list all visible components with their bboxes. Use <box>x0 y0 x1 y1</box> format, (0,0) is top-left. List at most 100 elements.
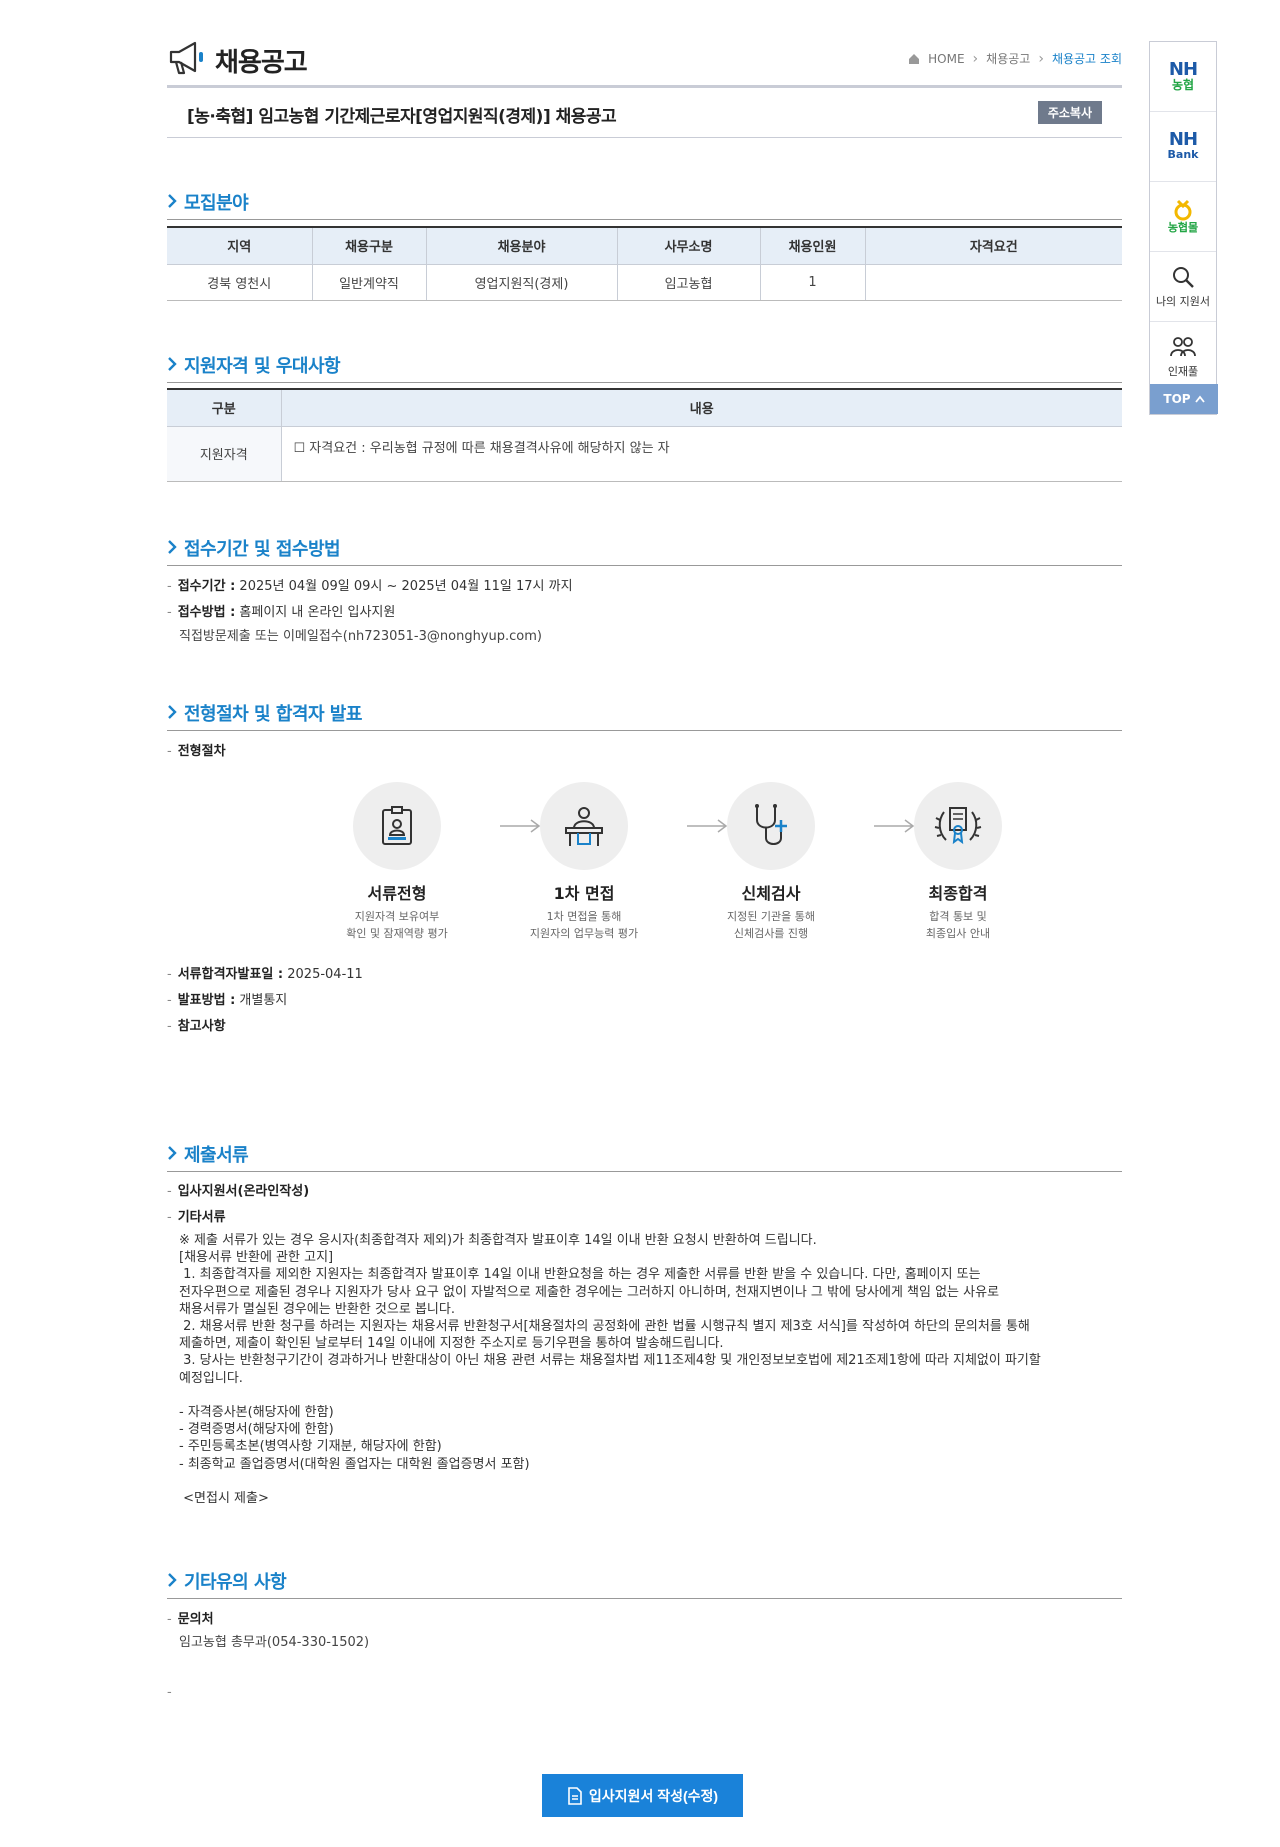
table-row: 지원자격 ☐ 자격요건 : 우리농협 규정에 따른 채용결격사유에 해당하지 않… <box>167 426 1122 482</box>
search-icon <box>1173 266 1194 288</box>
step-desc: 지정된 기관을 통해 신체검사를 진행 <box>727 910 815 940</box>
reception-method-extra: 직접방문제출 또는 이메일접수(nh723051-3@nonghyup.com) <box>179 629 542 644</box>
nh-logo: NH <box>1168 58 1198 80</box>
step-medical: 신체검사 지정된 기관을 통해 신체검사를 진행 <box>696 782 846 942</box>
table-header: 채용인원 <box>759 226 865 265</box>
section-title: 전형절차 및 합격자 발표 <box>184 704 362 725</box>
note-label: - 참고사항 <box>167 1019 226 1034</box>
step-desc: 1차 면접을 통해 지원자의 업무능력 평가 <box>529 910 639 940</box>
chevron-right-icon <box>168 1573 177 1587</box>
section-recruit: 모집분야 <box>167 184 1122 220</box>
quick-mall[interactable]: 농협몰 <box>1150 182 1216 252</box>
chevron-right-icon: › <box>1038 50 1044 67</box>
section-qualification: 지원자격 및 우대사항 <box>167 347 1122 383</box>
table-cell: ☐ 자격요건 : 우리농협 규정에 따른 채용결격사유에 해당하지 않는 자 <box>280 426 1122 482</box>
contact-label: - 문의처 <box>167 1612 214 1627</box>
qualification-table: 구분 내용 지원자격 ☐ 자격요건 : 우리농협 규정에 따른 채용결격사유에 … <box>167 388 1122 482</box>
step-interview: 1차 면접 1차 면접을 통해 지원자의 업무능력 평가 <box>509 782 659 942</box>
interview-icon <box>540 782 628 870</box>
process-label: - 전형절차 <box>167 744 226 759</box>
quick-nh-bank[interactable]: NH Bank <box>1150 112 1216 182</box>
reception-period: - 접수기간 : 2025년 04월 09일 09시 ~ 2025년 04월 11… <box>167 579 573 594</box>
contact-value: 임고농협 총무과(054-330-1502) <box>179 1635 370 1650</box>
mall-logo-icon <box>1174 199 1192 220</box>
section-title: 접수기간 및 접수방법 <box>184 539 341 560</box>
apply-button[interactable]: 입사지원서 작성(수정) <box>542 1774 743 1817</box>
chevron-up-icon <box>1194 395 1205 403</box>
chevron-right-icon <box>168 705 177 719</box>
step-desc: 합격 통보 및 최종입사 안내 <box>925 910 991 940</box>
breadcrumb-home[interactable]: HOME <box>928 52 964 66</box>
section-title: 지원자격 및 우대사항 <box>184 356 341 377</box>
section-process: 전형절차 및 합격자 발표 <box>167 695 1122 731</box>
table-cell: 일반계약직 <box>311 264 426 301</box>
section-documents: 제출서류 <box>167 1136 1122 1172</box>
certificate-laurel-icon <box>914 782 1002 870</box>
table-cell: 1 <box>759 264 865 301</box>
home-icon[interactable] <box>908 53 920 65</box>
document-item: - 입사지원서(온라인작성) <box>167 1184 310 1199</box>
step-name: 서류전형 <box>367 884 427 903</box>
chevron-right-icon <box>168 1146 177 1160</box>
announce-method: - 발표방법 : 개별통지 <box>167 993 288 1008</box>
document-item: - 기타서류 <box>167 1210 226 1225</box>
quick-my-application[interactable]: 나의 지원서 <box>1150 252 1216 322</box>
doc-pass-date: - 서류합격자발표일 : 2025-04-11 <box>167 967 363 982</box>
chevron-right-icon <box>168 540 177 554</box>
nh-bank-logo: NH <box>1168 129 1198 150</box>
quick-menu: NH 농협 NH Bank 농협몰 나의 지원서 인재풀 TOP <box>1149 41 1218 415</box>
quick-talent-pool[interactable]: 인재풀 <box>1150 322 1216 392</box>
step-document: 서류전형 지원자격 보유여부 확인 및 잠재역량 평가 <box>322 782 472 942</box>
quick-nh-nonghyup[interactable]: NH 농협 <box>1150 42 1216 112</box>
trailing-dash: - <box>167 1685 172 1700</box>
table-header-row: 지역 채용구분 채용분야 사무소명 채용인원 자격요건 <box>167 226 1122 265</box>
section-reception: 접수기간 및 접수방법 <box>167 530 1122 566</box>
table-header: 채용구분 <box>311 226 426 265</box>
step-name: 신체검사 <box>741 884 801 903</box>
page-header: 채용공고 HOME › 채용공고 › 채용공고 조회 <box>167 38 1122 88</box>
table-header: 내용 <box>280 388 1122 427</box>
documents-notice: ※ 제출 서류가 있는 경우 응시자(최종합격자 제외)가 최종합격자 발표이후… <box>179 1233 1041 1507</box>
table-header-row: 구분 내용 <box>167 388 1122 427</box>
section-title: 모집분야 <box>184 193 249 214</box>
table-header: 사무소명 <box>616 226 760 265</box>
section-etc: 기타유의 사항 <box>167 1563 1122 1599</box>
step-desc: 지원자격 보유여부 확인 및 잠재역량 평가 <box>346 910 448 940</box>
reception-method-value: 홈페이지 내 온라인 입사지원 <box>239 605 396 620</box>
reception-period-label: 접수기간 : <box>177 579 236 594</box>
breadcrumb: HOME › 채용공고 › 채용공고 조회 <box>908 50 1122 67</box>
table-header: 채용분야 <box>425 226 617 265</box>
chevron-right-icon: › <box>972 50 979 67</box>
table-cell: 임고농협 <box>616 264 760 301</box>
recruit-table: 지역 채용구분 채용분야 사무소명 채용인원 자격요건 경북 영천시 일반계약직… <box>167 226 1122 301</box>
chevron-right-icon <box>168 357 177 371</box>
step-name: 1차 면접 <box>553 884 615 903</box>
scroll-top-button[interactable]: TOP <box>1150 384 1218 414</box>
page-title: 채용공고 <box>215 48 308 78</box>
step-final: 최종합격 합격 통보 및 최종입사 안내 <box>883 782 1033 942</box>
table-header: 지역 <box>167 226 312 265</box>
section-title: 제출서류 <box>184 1145 249 1166</box>
breadcrumb-current: 채용공고 조회 <box>1051 52 1122 66</box>
table-cell: 지원자격 <box>167 426 281 482</box>
table-cell <box>864 264 1122 301</box>
table-cell: 경북 영천시 <box>167 264 312 301</box>
process-steps: 서류전형 지원자격 보유여부 확인 및 잠재역량 평가 1차 면접 1차 면접을 … <box>322 782 1002 942</box>
reception-method: - 접수방법 : 홈페이지 내 온라인 입사지원 <box>167 605 396 620</box>
table-header: 자격요건 <box>864 226 1122 265</box>
document-screening-icon <box>353 782 441 870</box>
table-header: 구분 <box>167 388 281 427</box>
breadcrumb-level1[interactable]: 채용공고 <box>986 50 1030 67</box>
reception-method-label: 접수방법 : <box>177 605 236 620</box>
stethoscope-icon <box>727 782 815 870</box>
megaphone-icon <box>169 41 203 75</box>
table-cell: 영업지원직(경제) <box>425 264 617 301</box>
section-title: 기타유의 사항 <box>184 1572 287 1593</box>
chevron-right-icon <box>168 194 177 208</box>
reception-period-value: 2025년 04월 09일 09시 ~ 2025년 04월 11일 17시 까지 <box>239 579 573 594</box>
posting-title: [농·축협] 임고농협 기간제근로자[영업지원직(경제)] 채용공고 <box>187 107 617 127</box>
posting-title-bar: [농·축협] 임고농협 기간제근로자[영업지원직(경제)] 채용공고 주소복사 <box>167 90 1122 138</box>
people-icon <box>1170 336 1196 356</box>
copy-address-button[interactable]: 주소복사 <box>1037 101 1102 124</box>
step-name: 최종합격 <box>928 884 988 903</box>
